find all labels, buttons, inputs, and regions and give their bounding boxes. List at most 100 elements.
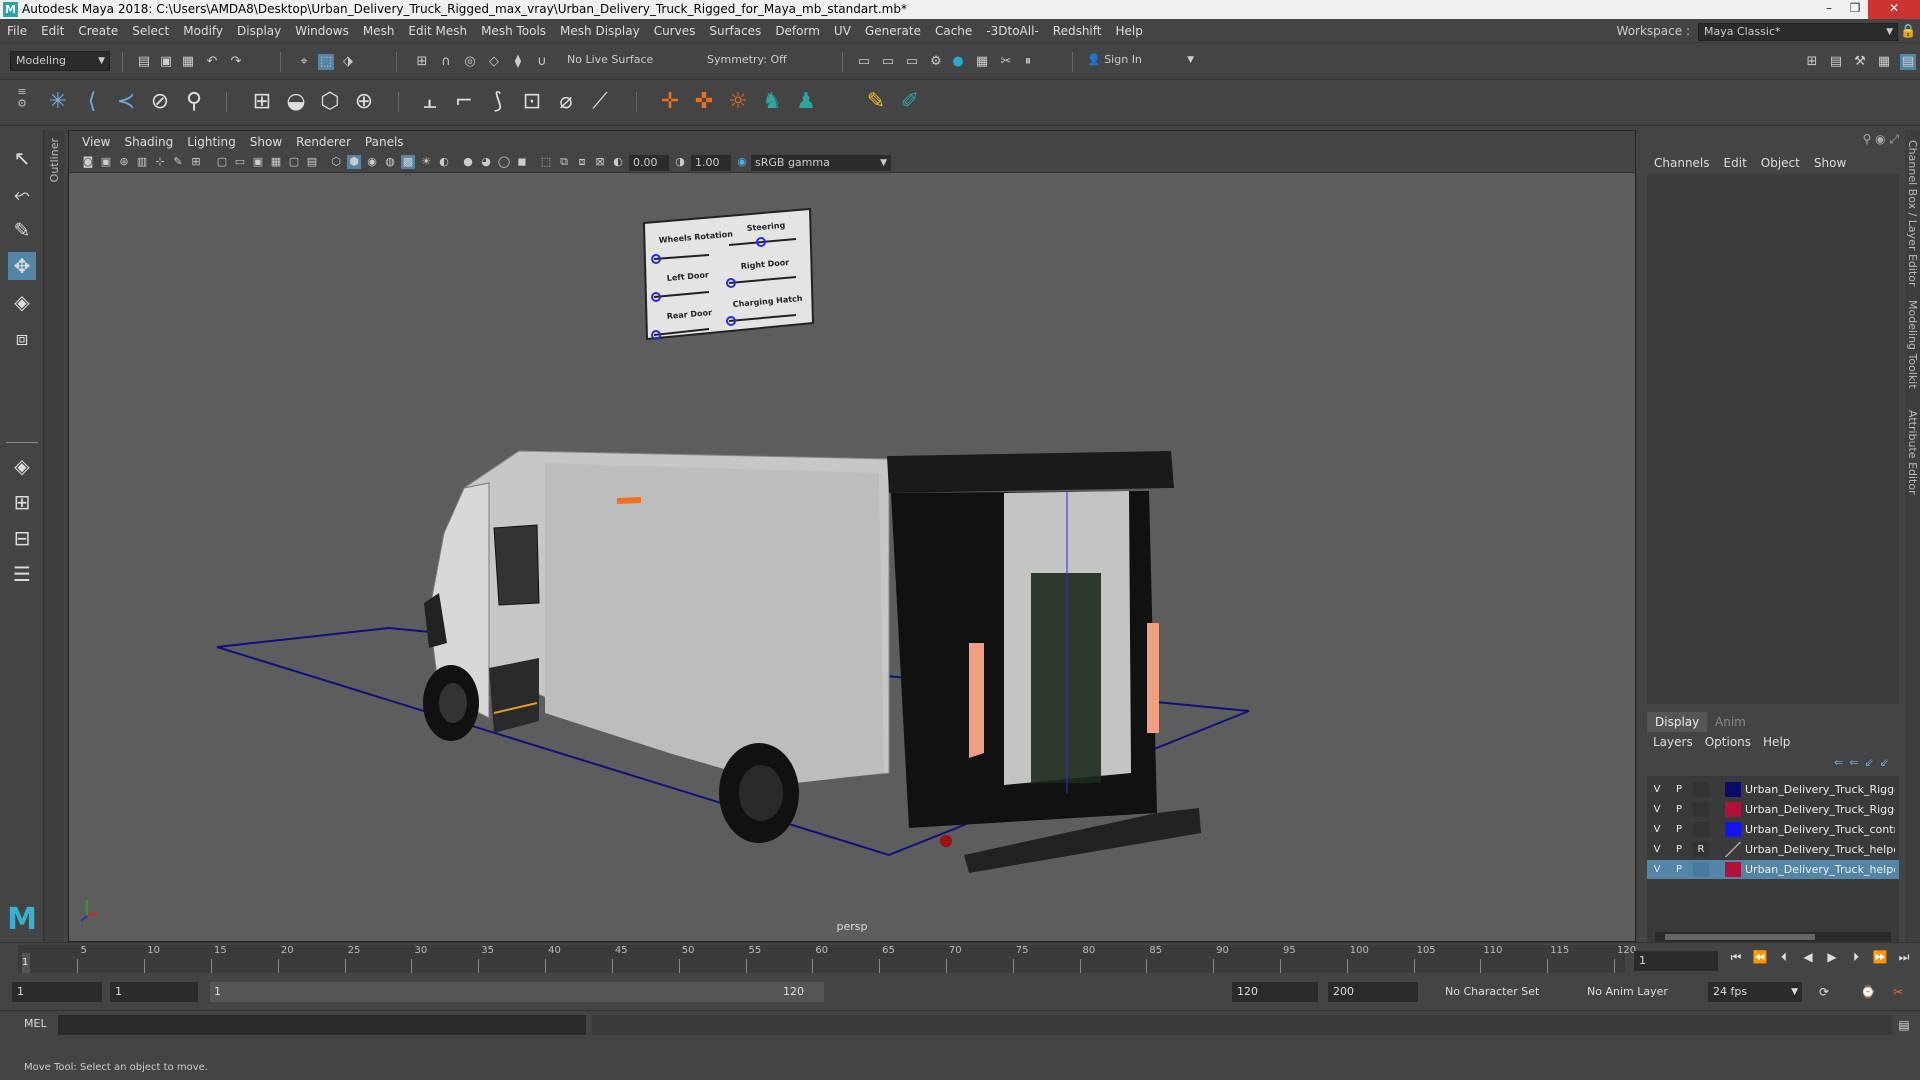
snowflake-tool-icon[interactable]: ✳ (44, 88, 72, 116)
layer-playback-toggle[interactable]: P (1671, 862, 1687, 877)
color-management-icon[interactable]: ◉ (735, 155, 749, 169)
safe-title-icon[interactable]: ▤ (305, 155, 319, 169)
gamma-field[interactable]: 1.00 (691, 155, 731, 171)
xray-joints-icon[interactable]: ⧈ (575, 155, 589, 169)
tab-channel-box-layer-editor[interactable]: Channel Box / Layer Editor (1906, 140, 1919, 287)
command-input[interactable] (58, 1015, 586, 1035)
shadows-icon[interactable]: ◐ (437, 155, 451, 169)
scrollbar-thumb[interactable] (1665, 934, 1815, 940)
close-button[interactable]: ✕ (1868, 0, 1920, 19)
cube-icon[interactable]: ⬡ (316, 88, 344, 116)
attribute-editor-toggle-icon[interactable]: ▤ (1828, 54, 1844, 70)
render-settings-icon[interactable]: ⚙ (928, 54, 944, 70)
paint-weights-icon[interactable]: ✎ (862, 88, 890, 116)
character-set-select[interactable]: No Character Set (1440, 982, 1574, 1002)
playback-end-field[interactable]: 120 (1232, 982, 1318, 1002)
tab-display[interactable]: Display (1647, 712, 1708, 732)
menu-channels[interactable]: Channels (1647, 152, 1717, 174)
tab-attribute-editor[interactable]: Attribute Editor (1906, 410, 1919, 495)
menu-redshift[interactable]: Redshift (1046, 19, 1109, 43)
tab-anim[interactable]: Anim (1707, 712, 1754, 732)
sphere-icon[interactable]: ◒ (282, 88, 310, 116)
connect-icon[interactable]: ⟋ (586, 88, 614, 116)
snap-curve-icon[interactable]: ∩ (438, 54, 454, 70)
menu-windows[interactable]: Windows (288, 19, 356, 43)
menu-uv[interactable]: UV (827, 19, 858, 43)
target-weld-icon[interactable]: ⌀ (552, 88, 580, 116)
render-view-icon[interactable]: ▭ (880, 54, 896, 70)
script-editor-icon[interactable]: ▤ (1896, 1017, 1912, 1033)
select-hierarchy-icon[interactable]: ⌖ (296, 54, 312, 70)
film-gate-icon[interactable]: ▢ (215, 155, 229, 169)
new-scene-icon[interactable]: ▤ (136, 54, 152, 70)
time-slider[interactable]: 5 10 15 20 25 30 35 40 45 50 55 60 65 70 75 80 85 90 95 100… (0, 942, 1920, 978)
use-all-lights-icon[interactable]: ☀ (419, 155, 433, 169)
menu-deform[interactable]: Deform (768, 19, 827, 43)
magnet-icon[interactable]: ∪ (534, 54, 550, 70)
layer-playback-toggle[interactable]: P (1671, 822, 1687, 837)
textured-icon[interactable]: ▩ (401, 155, 415, 169)
sign-in-button[interactable]: 👤 Sign In ▼ (1082, 51, 1198, 71)
grid-icon[interactable]: ⊞ (189, 155, 203, 169)
channel-box-toggle-icon[interactable]: ▤ (1900, 54, 1916, 70)
extrude-icon[interactable]: ⫠ (416, 88, 444, 116)
menu-3dtoall[interactable]: -3DtoAll- (979, 19, 1045, 43)
outliner-side-tab[interactable]: Outliner (44, 130, 64, 942)
menu-mesh-display[interactable]: Mesh Display (553, 19, 647, 43)
menu-layer-help[interactable]: Help (1757, 732, 1796, 752)
two-d-pan-icon[interactable]: ⊹ (153, 155, 167, 169)
layer-row-selected[interactable]: V P Urban_Delivery_Truck_helpers (1647, 860, 1899, 879)
viewport-menu-show[interactable]: Show (243, 131, 289, 153)
menu-file[interactable]: File (0, 19, 34, 43)
modeling-toolkit-toggle-icon[interactable]: ▦ (1876, 54, 1892, 70)
layer-color-swatch[interactable] (1725, 842, 1741, 857)
locator-icon[interactable]: ✜ (690, 88, 718, 116)
range-bar[interactable]: 1 120 (210, 982, 824, 1002)
cylinder-icon[interactable]: ⊕ (350, 88, 378, 116)
time-slider-track[interactable]: 5 10 15 20 25 30 35 40 45 50 55 60 65 70 75 80 85 90 95 100… (18, 945, 1636, 973)
ipr-render-icon[interactable]: ▭ (904, 54, 920, 70)
layer-name[interactable]: Urban_Delivery_Truck_helpers (1745, 860, 1895, 879)
snap-grid-icon[interactable]: ⊞ (414, 54, 430, 70)
command-language-label[interactable]: MEL (24, 1017, 47, 1030)
loop-icon[interactable]: ⟳ (1816, 984, 1832, 1000)
delivery-truck-model[interactable] (423, 450, 1201, 873)
menu-set-select[interactable]: Modeling ▼ (10, 51, 110, 71)
viewport-menu-renderer[interactable]: Renderer (289, 131, 358, 153)
layer-color-swatch[interactable] (1725, 822, 1741, 837)
layer-name[interactable]: Urban_Delivery_Truck_helpers_ (1745, 840, 1895, 859)
tool-settings-toggle-icon[interactable]: ⚒ (1852, 54, 1868, 70)
anim-prefs-icon[interactable]: ✂ (1890, 984, 1906, 1000)
animation-end-field[interactable]: 200 (1328, 982, 1418, 1002)
depth-of-field-icon[interactable]: ◼ (515, 155, 529, 169)
layer-row[interactable]: V P Urban_Delivery_Truck_Rigged_ (1647, 800, 1899, 819)
menu-layers[interactable]: Layers (1647, 732, 1699, 752)
render-frame-icon[interactable]: ▭ (856, 54, 872, 70)
hypershade-icon[interactable]: ● (950, 54, 966, 70)
current-frame-field[interactable]: 1 (1634, 951, 1718, 971)
rotate-tool-icon[interactable]: ◈ (8, 288, 36, 316)
symmetry-field[interactable]: Symmetry: Off (702, 51, 812, 71)
lasso-icon[interactable]: ⊘ (146, 88, 174, 116)
move-tool-icon[interactable]: ✥ (8, 252, 36, 280)
layer-display-type[interactable] (1693, 802, 1709, 817)
minimize-button[interactable]: – (1816, 0, 1842, 19)
multi-cut-icon[interactable]: ⊡ (518, 88, 546, 116)
play-backward-icon[interactable]: ◀ (1800, 949, 1816, 965)
four-view-layout-icon[interactable]: ⊞ (8, 488, 36, 516)
step-forward-frame-icon[interactable]: ⏵ (1848, 949, 1864, 965)
layer-visibility-toggle[interactable]: V (1649, 802, 1665, 817)
layer-scrollbar[interactable] (1655, 932, 1891, 942)
auto-key-icon[interactable]: ⌚ (1860, 984, 1876, 1000)
panel-options-icon[interactable]: ⚲ ◉ ⤢ (1863, 132, 1900, 147)
lock-icon[interactable]: 🔒 (1900, 24, 1916, 40)
grease-pencil-icon[interactable]: ✎ (171, 155, 185, 169)
rig-control-panel[interactable]: Wheels Rotation Steering Left Door Right… (642, 207, 815, 341)
color-space-select[interactable]: sRGB gamma ▼ (751, 155, 891, 171)
menu-edit-mesh[interactable]: Edit Mesh (401, 19, 474, 43)
play-forward-icon[interactable]: ▶ (1824, 949, 1840, 965)
menu-help[interactable]: Help (1108, 19, 1149, 43)
camera-select-icon[interactable]: ◙ (81, 155, 95, 169)
tool-icon[interactable]: ✂ (998, 54, 1014, 70)
menu-display[interactable]: Display (230, 19, 288, 43)
